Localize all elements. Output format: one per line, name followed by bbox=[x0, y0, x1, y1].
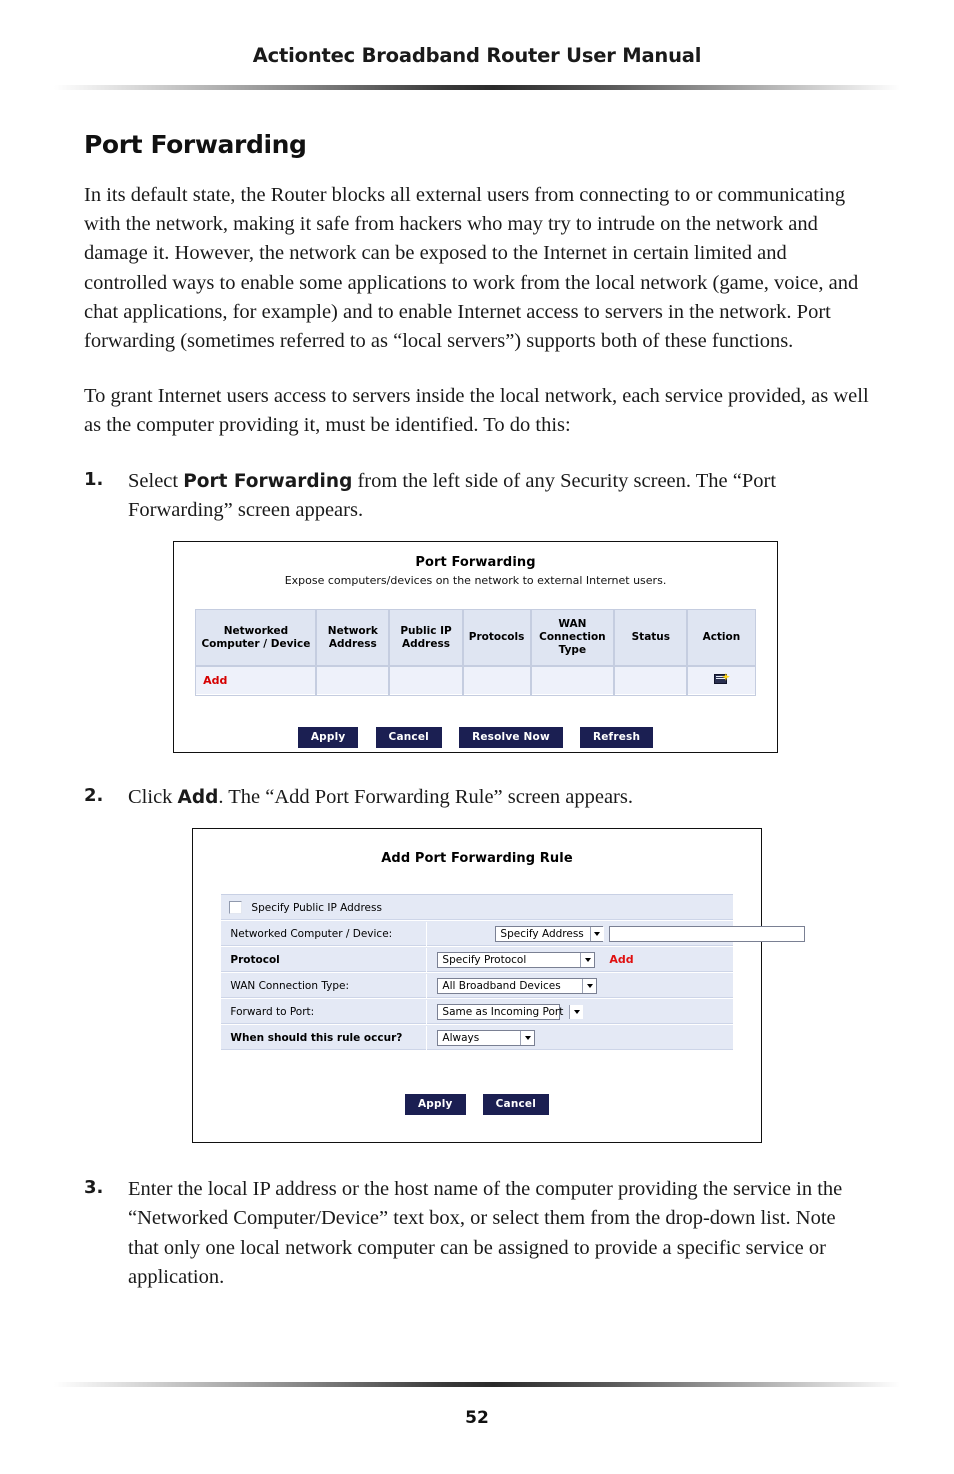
forward-to-port-select-value: Same as Incoming Port bbox=[442, 1005, 564, 1018]
resolve-now-button[interactable]: Resolve Now bbox=[459, 727, 563, 749]
step-1: 1. Select Port Forwarding from the left … bbox=[84, 467, 870, 525]
column-header-protocols: Protocols bbox=[461, 608, 532, 667]
add-computer-icon[interactable] bbox=[713, 672, 730, 687]
protocol-label: Protocol bbox=[221, 947, 428, 972]
specify-public-ip-checkbox[interactable] bbox=[229, 901, 243, 915]
rule-schedule-select[interactable]: Always bbox=[437, 1029, 536, 1046]
networked-computer-select-value: Specify Address bbox=[500, 927, 584, 940]
cell-action bbox=[686, 664, 757, 696]
column-header-network-address: Network Address bbox=[315, 608, 391, 667]
wan-connection-type-row: WAN Connection Type: All Broadband Devic… bbox=[221, 973, 733, 1000]
column-header-public-ip-address: Public IP Address bbox=[388, 608, 464, 667]
cell-protocols bbox=[461, 664, 532, 696]
add-rule-link[interactable]: Add bbox=[194, 664, 318, 696]
specify-public-ip-row: Specify Public IP Address bbox=[221, 895, 733, 922]
table-header-row: Networked Computer / Device Network Addr… bbox=[194, 608, 757, 667]
page-number: 52 bbox=[465, 1408, 489, 1428]
table-row: Add bbox=[194, 664, 757, 696]
step-2: 2. Click Add. The “Add Port Forwarding R… bbox=[84, 783, 870, 812]
add-rule-form-panel: Specify Public IP Address Networked Comp… bbox=[221, 894, 806, 1052]
cancel-button[interactable]: Cancel bbox=[375, 727, 442, 749]
networked-computer-select[interactable]: Specify Address bbox=[495, 925, 604, 942]
page-title: Port Forwarding bbox=[84, 130, 307, 159]
step-1-number: 1. bbox=[84, 468, 104, 490]
protocol-row: Protocol Specify Protocol Add bbox=[221, 947, 733, 974]
chevron-down-icon[interactable] bbox=[582, 978, 597, 993]
port-forwarding-table: Networked Computer / Device Network Addr… bbox=[194, 608, 757, 696]
wan-connection-type-select-value: All Broadband Devices bbox=[442, 979, 561, 992]
footer-divider bbox=[54, 1382, 900, 1387]
cell-wan-connection-type bbox=[529, 664, 616, 696]
wan-connection-type-select[interactable]: All Broadband Devices bbox=[437, 977, 598, 994]
forward-to-port-select[interactable]: Same as Incoming Port bbox=[437, 1003, 584, 1020]
figure1-subtitle: Expose computers/devices on the network … bbox=[284, 574, 667, 588]
step-3-text: Enter the local IP address or the host n… bbox=[128, 1178, 843, 1288]
rule-schedule-select-value: Always bbox=[442, 1031, 480, 1044]
step-1-emphasis: Port Forwarding bbox=[183, 470, 353, 492]
networked-computer-label: Networked Computer / Device: bbox=[221, 921, 428, 946]
figure-port-forwarding-screen: Port Forwarding Expose computers/devices… bbox=[173, 541, 778, 754]
refresh-button[interactable]: Refresh bbox=[579, 727, 654, 749]
cell-status bbox=[613, 664, 689, 696]
networked-computer-row: Networked Computer / Device: Specify Add… bbox=[221, 921, 806, 948]
figure2-button-row: Apply Cancel bbox=[193, 1092, 761, 1116]
forward-to-port-label: Forward to Port: bbox=[221, 999, 428, 1024]
monitor-shape bbox=[713, 673, 727, 684]
specify-public-ip-label: Specify Public IP Address bbox=[251, 901, 382, 914]
chevron-down-icon[interactable] bbox=[589, 926, 604, 941]
rule-schedule-row: When should this rule occur? Always bbox=[221, 1025, 733, 1052]
header-divider bbox=[54, 85, 900, 90]
networked-computer-field: Specify Address bbox=[427, 923, 806, 945]
column-header-action: Action bbox=[686, 608, 757, 667]
wan-connection-type-label: WAN Connection Type: bbox=[221, 973, 428, 998]
column-header-wan-connection-type: WAN Connection Type bbox=[529, 608, 616, 667]
step-2-text-after: . The “Add Port Forwarding Rule” screen … bbox=[218, 786, 633, 809]
protocol-select[interactable]: Specify Protocol bbox=[437, 951, 596, 968]
chevron-down-icon[interactable] bbox=[520, 1030, 535, 1045]
chevron-down-icon[interactable] bbox=[569, 1004, 584, 1019]
step-3: 3. Enter the local IP address or the hos… bbox=[84, 1175, 870, 1292]
step-2-number: 2. bbox=[84, 785, 104, 807]
page-running-head: Actiontec Broadband Router User Manual bbox=[0, 0, 954, 67]
step-3-number: 3. bbox=[84, 1177, 104, 1199]
figure1-title: Port Forwarding bbox=[415, 555, 536, 571]
intro-paragraph-1: In its default state, the Router blocks … bbox=[84, 184, 859, 353]
column-header-networked-computer: Networked Computer / Device bbox=[194, 608, 318, 667]
protocol-field: Specify Protocol Add bbox=[427, 949, 732, 971]
cell-public-ip-address bbox=[388, 664, 464, 696]
figure-add-port-forwarding-rule-screen: Add Port Forwarding Rule Specify Public … bbox=[192, 828, 806, 1144]
cancel-button[interactable]: Cancel bbox=[482, 1094, 550, 1116]
step-2-emphasis: Add bbox=[177, 787, 219, 809]
protocol-select-value: Specify Protocol bbox=[442, 953, 527, 966]
rule-schedule-field: Always bbox=[427, 1027, 732, 1049]
page-content: Port Forwarding In its default state, th… bbox=[84, 130, 870, 1292]
figure2-title: Add Port Forwarding Rule bbox=[381, 851, 573, 867]
manual-title: Actiontec Broadband Router User Manual bbox=[252, 44, 702, 67]
intro-paragraph-2: To grant Internet users access to server… bbox=[84, 385, 869, 437]
step-2-text: Click Add. The “Add Port Forwarding Rule… bbox=[128, 783, 870, 812]
wan-connection-type-field: All Broadband Devices bbox=[427, 975, 732, 997]
column-header-status: Status bbox=[613, 608, 689, 667]
apply-button[interactable]: Apply bbox=[297, 727, 359, 749]
step-2-text-before: Click bbox=[128, 786, 178, 809]
step-1-text-before: Select bbox=[128, 469, 184, 492]
forward-to-port-row: Forward to Port: Same as Incoming Port bbox=[221, 999, 733, 1026]
forward-to-port-field: Same as Incoming Port bbox=[427, 1001, 732, 1023]
apply-button[interactable]: Apply bbox=[404, 1094, 466, 1116]
figure1-button-row: Apply Cancel Resolve Now Refresh bbox=[174, 725, 777, 749]
networked-computer-input[interactable] bbox=[609, 925, 806, 942]
cell-network-address bbox=[315, 664, 391, 696]
chevron-down-icon[interactable] bbox=[580, 952, 595, 967]
rule-schedule-label: When should this rule occur? bbox=[221, 1025, 428, 1050]
add-protocol-link[interactable]: Add bbox=[609, 953, 633, 966]
step-1-text: Select Port Forwarding from the left sid… bbox=[128, 467, 870, 525]
